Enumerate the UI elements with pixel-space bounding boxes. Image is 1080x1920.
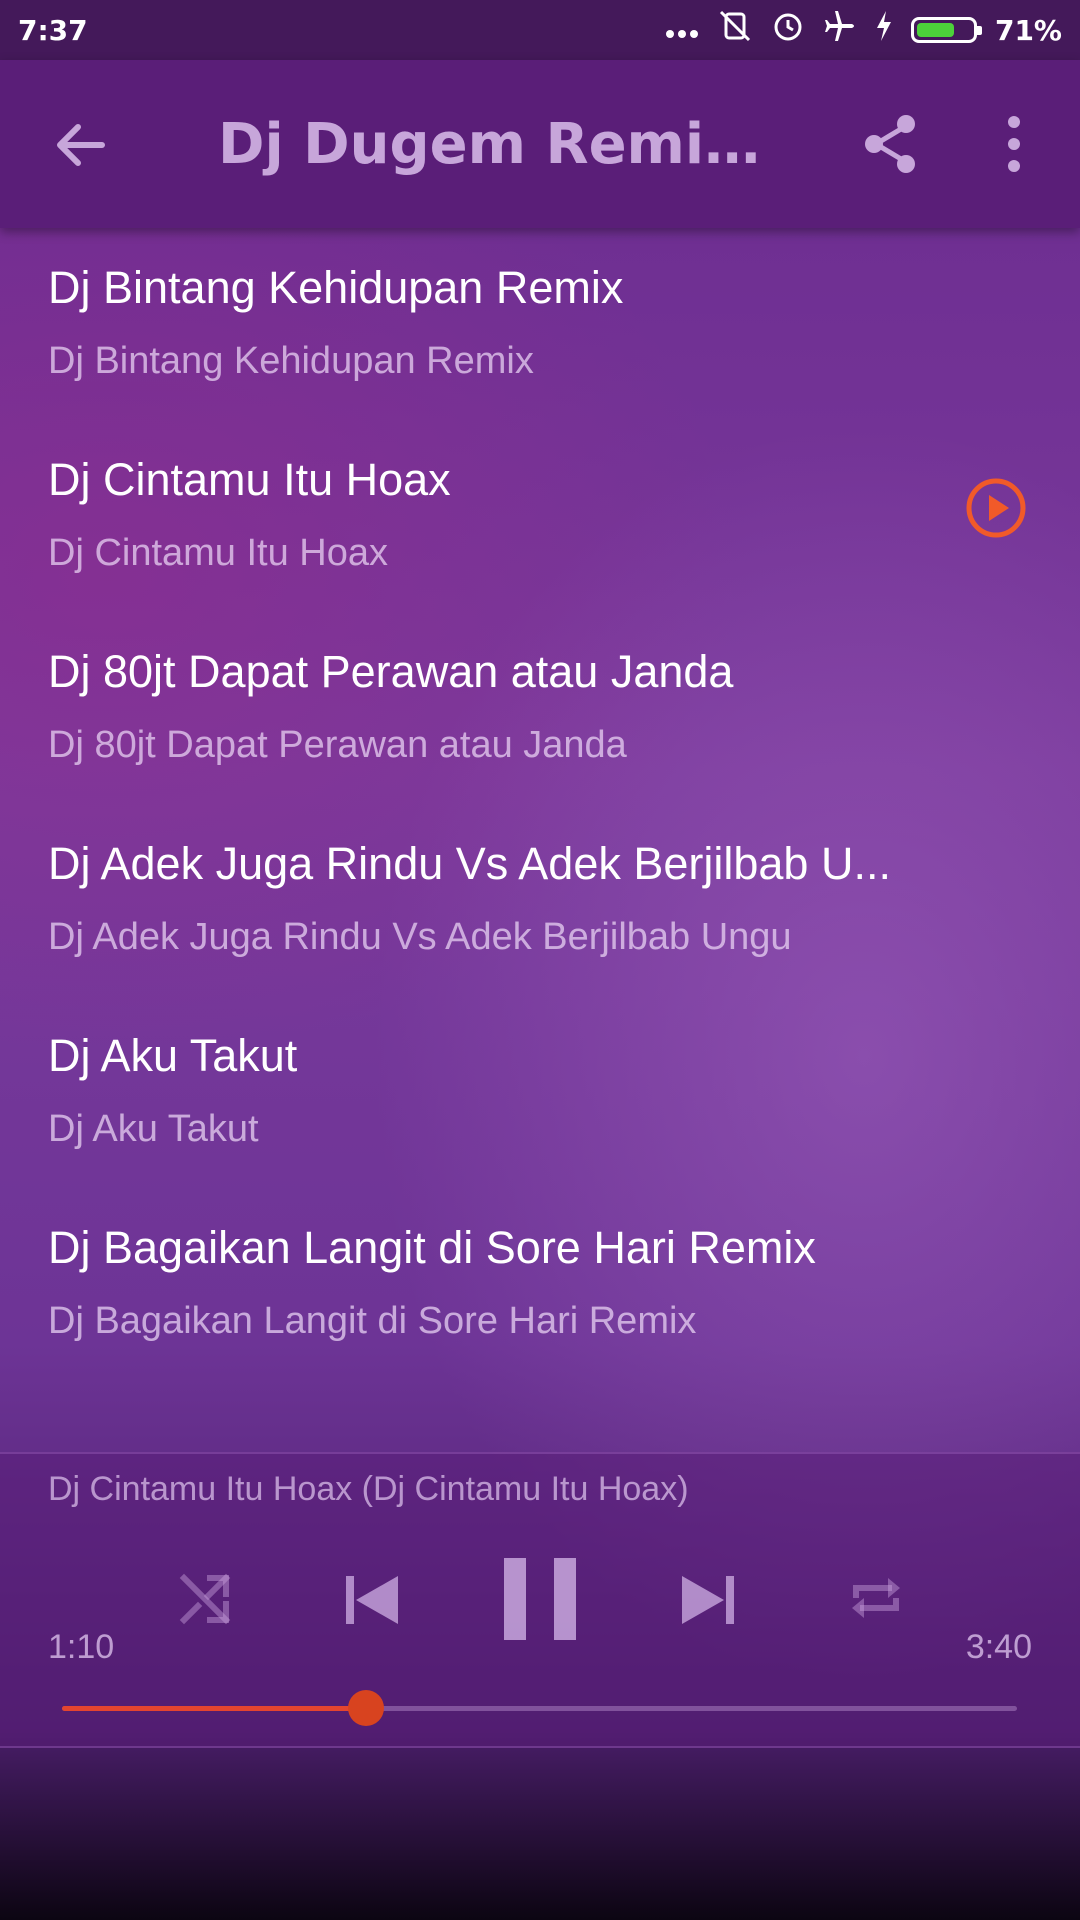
battery-icon: [910, 17, 982, 43]
battery-level-fill: [916, 23, 954, 37]
seek-bar[interactable]: [62, 1690, 1017, 1726]
track-subtitle: Dj Adek Juga Rindu Vs Adek Berjilbab Ung…: [48, 916, 792, 958]
vibrate-off-icon: [717, 8, 753, 52]
arrow-back-icon: [57, 124, 105, 166]
track-item[interactable]: Dj Bagaikan Langit di Sore Hari Remix Dj…: [0, 1188, 1080, 1380]
page-title: Dj Dugem Remix (V...: [218, 112, 778, 177]
pause-icon[interactable]: [502, 1556, 578, 1642]
track-subtitle: Dj Aku Takut: [48, 1108, 259, 1150]
track-title: Dj Bintang Kehidupan Remix: [48, 262, 624, 313]
shuffle-icon[interactable]: [178, 1570, 234, 1626]
now-playing-label: Dj Cintamu Itu Hoax (Dj Cintamu Itu Hoax…: [48, 1470, 689, 1508]
track-item[interactable]: Dj Adek Juga Rindu Vs Adek Berjilbab U..…: [0, 804, 1080, 996]
total-duration: 3:40: [965, 1628, 1032, 1666]
track-title: Dj Adek Juga Rindu Vs Adek Berjilbab U..…: [48, 838, 891, 889]
track-title: Dj 80jt Dapat Perawan atau Janda: [48, 646, 734, 697]
track-subtitle: Dj Bintang Kehidupan Remix: [48, 340, 534, 382]
track-item[interactable]: Dj Bintang Kehidupan Remix Dj Bintang Ke…: [0, 228, 1080, 420]
track-title: Dj Bagaikan Langit di Sore Hari Remix: [48, 1222, 816, 1273]
more-vert-icon: [1008, 116, 1020, 172]
track-subtitle: Dj 80jt Dapat Perawan atau Janda: [48, 724, 627, 766]
charging-icon: [875, 10, 893, 50]
track-subtitle: Dj Cintamu Itu Hoax: [48, 532, 389, 574]
overflow-menu-button[interactable]: [996, 112, 1032, 176]
battery-percent: 71%: [994, 13, 1062, 47]
status-bar: 7:37 71%: [0, 0, 1080, 60]
share-button[interactable]: [858, 112, 922, 176]
play-circle-icon[interactable]: [964, 476, 1028, 540]
track-item[interactable]: Dj 80jt Dapat Perawan atau Janda Dj 80jt…: [0, 612, 1080, 804]
skip-next-icon[interactable]: [678, 1570, 738, 1630]
status-time: 7:37: [18, 13, 88, 47]
seek-progress: [62, 1706, 366, 1711]
track-item-playing[interactable]: Dj Cintamu Itu Hoax Dj Cintamu Itu Hoax: [0, 420, 1080, 612]
airplane-icon: [823, 9, 857, 51]
battery-tip: [976, 26, 982, 35]
app-bar: Dj Dugem Remix (V...: [0, 60, 1080, 228]
track-item[interactable]: Dj Aku Takut Dj Aku Takut: [0, 996, 1080, 1188]
track-subtitle: Dj Bagaikan Langit di Sore Hari Remix: [48, 1300, 697, 1342]
track-title: Dj Cintamu Itu Hoax: [48, 454, 451, 505]
share-icon: [865, 115, 915, 173]
more-dots-icon: [665, 13, 699, 48]
track-list: Dj Bintang Kehidupan Remix Dj Bintang Ke…: [0, 228, 1080, 1380]
back-button[interactable]: [50, 115, 110, 175]
status-icons: 71%: [665, 8, 1062, 52]
track-title: Dj Aku Takut: [48, 1030, 298, 1081]
elapsed-time: 1:10: [48, 1628, 115, 1666]
alarm-icon: [771, 9, 805, 51]
skip-previous-icon[interactable]: [342, 1570, 402, 1630]
player-panel: Dj Cintamu Itu Hoax (Dj Cintamu Itu Hoax…: [0, 1452, 1080, 1748]
repeat-icon[interactable]: [846, 1568, 906, 1628]
seek-thumb[interactable]: [347, 1690, 384, 1726]
